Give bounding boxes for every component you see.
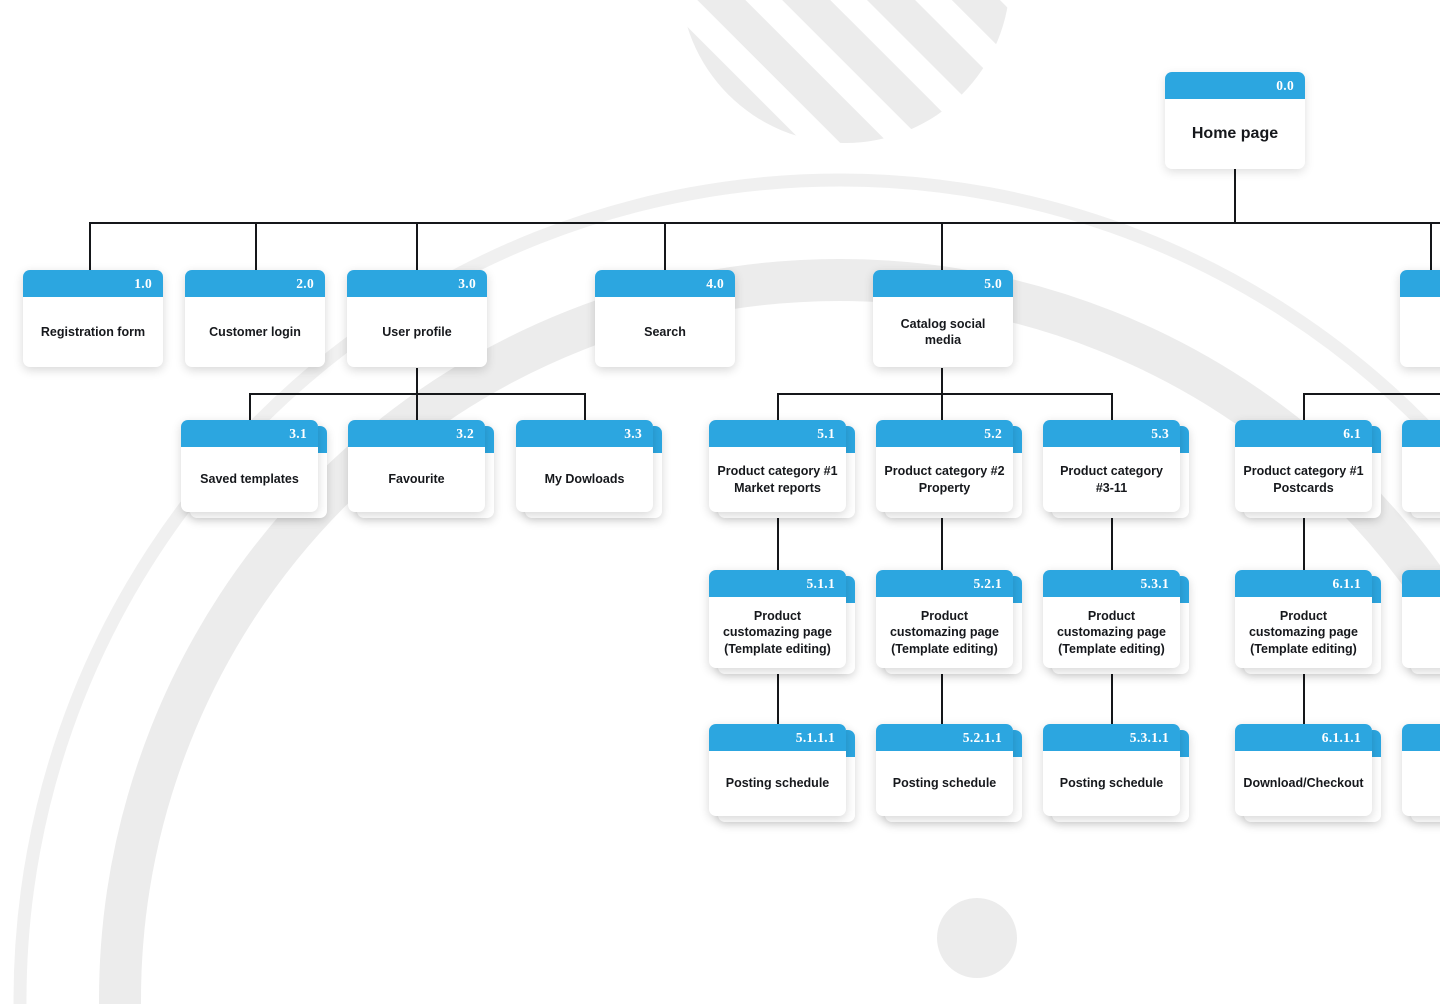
node-product-customazing-page-5-3-1[interactable]: 5.3.1 Product customazing page (Template e… — [1043, 570, 1189, 674]
node-posting-schedule-5-1-1-1[interactable]: 5.1.1.1 Posting schedule — [709, 724, 855, 822]
node-label-product-category-1-market-reports: Product category #1 Market reports — [717, 464, 838, 495]
node-product-category-3-11[interactable]: 5.3 Product category #3-11 — [1043, 420, 1189, 518]
node-label-posting-schedule-5-1-1-1: Posting schedule — [725, 776, 830, 791]
node-product-customazing-page-clipped[interactable]: cus(Te — [1402, 570, 1440, 674]
node-id-3-1: 3.1 — [181, 420, 318, 447]
node-my-dowloads[interactable]: 3.3 My Dowloads — [516, 420, 662, 518]
node-id-2-0: 2.0 — [185, 270, 325, 297]
node-id-3-2: 3.2 — [348, 420, 485, 447]
node-user-profile[interactable]: 3.0 User profile — [347, 270, 487, 367]
node-id-6-1-1: 6.1.1 — [1235, 570, 1372, 597]
node-label-download-checkout: Download/Checkout — [1243, 776, 1364, 791]
node-label-product-category-2-property: Product category #2 Property — [884, 464, 1005, 495]
sitemap-nodes: 0.0 Home page 1.0 Registration form 2.0 … — [0, 0, 1440, 1004]
node-leaf-clipped[interactable]: Lf — [1402, 724, 1440, 822]
node-label-posting-schedule-5-3-1-1: Posting schedule — [1059, 776, 1164, 791]
node-label-registration-form: Registration form — [40, 324, 146, 339]
node-id-6-2-1-1 — [1402, 724, 1440, 751]
node-catalog-social-media[interactable]: 5.0 Catalog social media — [873, 270, 1013, 367]
node-label-user-profile: User profile — [382, 324, 452, 339]
node-label-favourite: Favourite — [388, 472, 445, 487]
node-label-search: Search — [644, 324, 686, 339]
node-id-5-0: 5.0 — [873, 270, 1013, 297]
node-label-catalog-social-media: Catalog social media — [900, 316, 986, 348]
node-id-5-1-1: 5.1.1 — [709, 570, 846, 597]
node-label-home-page: Home page — [1191, 125, 1279, 143]
node-id-6-1: 6.1 — [1235, 420, 1372, 447]
node-download-checkout[interactable]: 6.1.1.1 Download/Checkout — [1235, 724, 1381, 822]
node-label-leaf-clipped: Lf — [1402, 751, 1440, 816]
node-id-5-2-1: 5.2.1 — [876, 570, 1013, 597]
node-search[interactable]: 4.0 Search — [595, 270, 735, 367]
node-product-category-clipped[interactable]: Prod — [1402, 420, 1440, 518]
node-product-customazing-page-5-2-1[interactable]: 5.2.1 Product customazing page (Template e… — [876, 570, 1022, 674]
node-id-4-0: 4.0 — [595, 270, 735, 297]
node-home-page[interactable]: 0.0 Home page — [1165, 72, 1305, 169]
node-label-posting-schedule-5-2-1-1: Posting schedule — [892, 776, 997, 791]
node-product-customazing-page-6-1-1[interactable]: 6.1.1 Product customazing page (Template e… — [1235, 570, 1381, 674]
node-id-6-0 — [1400, 270, 1440, 297]
node-customer-login[interactable]: 2.0 Customer login — [185, 270, 325, 367]
node-favourite[interactable]: 3.2 Favourite — [348, 420, 494, 518]
node-label-product-category-1-postcards: Product category #1 Postcards — [1243, 464, 1364, 495]
node-product-category-2-property[interactable]: 5.2 Product category #2 Property — [876, 420, 1022, 518]
node-id-3-3: 3.3 — [516, 420, 653, 447]
node-id-3-0: 3.0 — [347, 270, 487, 297]
node-product-category-1-postcards[interactable]: 6.1 Product category #1 Postcards — [1235, 420, 1381, 518]
node-id-0-0: 0.0 — [1165, 72, 1305, 99]
node-product-customazing-page-5-1-1[interactable]: 5.1.1 Product customazing page (Template e… — [709, 570, 855, 674]
node-label-customer-login: Customer login — [209, 324, 301, 339]
node-label-saved-templates: Saved templates — [200, 472, 299, 487]
node-saved-templates[interactable]: 3.1 Saved templates — [181, 420, 327, 518]
node-label-product-category-3-11: Product category #3-11 — [1060, 464, 1163, 495]
node-id-5-3-1: 5.3.1 — [1043, 570, 1180, 597]
node-id-5-3-1-1: 5.3.1.1 — [1043, 724, 1180, 751]
node-label-product-customazing-page-5-2-1: Product customazing page (Template editing… — [889, 608, 1000, 656]
node-id-5-3: 5.3 — [1043, 420, 1180, 447]
node-label-product-customazing-page-6-1-1: Product customazing page (Template editing… — [1248, 608, 1359, 656]
node-label-catalog-clipped: Catal — [1400, 297, 1440, 367]
node-id-5-2: 5.2 — [876, 420, 1013, 447]
node-id-6-2-1 — [1402, 570, 1440, 597]
node-label-product-customazing-page-5-1-1: Product customazing page (Template editing… — [722, 608, 833, 656]
node-registration-form[interactable]: 1.0 Registration form — [23, 270, 163, 367]
node-label-product-category-clipped: Prod — [1402, 447, 1440, 512]
node-product-category-1-market-reports[interactable]: 5.1 Product category #1 Market reports — [709, 420, 855, 518]
node-posting-schedule-5-3-1-1[interactable]: 5.3.1.1 Posting schedule — [1043, 724, 1189, 822]
sitemap-canvas: 0.0 Home page 1.0 Registration form 2.0 … — [0, 0, 1440, 1004]
node-label-product-customazing-page-clipped: cus(Te — [1402, 597, 1440, 668]
node-label-product-customazing-page-5-3-1: Product customazing page (Template editing… — [1056, 608, 1167, 656]
node-id-5-1: 5.1 — [709, 420, 846, 447]
node-id-5-2-1-1: 5.2.1.1 — [876, 724, 1013, 751]
node-posting-schedule-5-2-1-1[interactable]: 5.2.1.1 Posting schedule — [876, 724, 1022, 822]
node-catalog-clipped[interactable]: Catal — [1400, 270, 1440, 367]
node-id-1-0: 1.0 — [23, 270, 163, 297]
node-id-5-1-1-1: 5.1.1.1 — [709, 724, 846, 751]
node-id-6-1-1-1: 6.1.1.1 — [1235, 724, 1372, 751]
node-id-6-2 — [1402, 420, 1440, 447]
node-label-my-dowloads: My Dowloads — [544, 472, 625, 487]
